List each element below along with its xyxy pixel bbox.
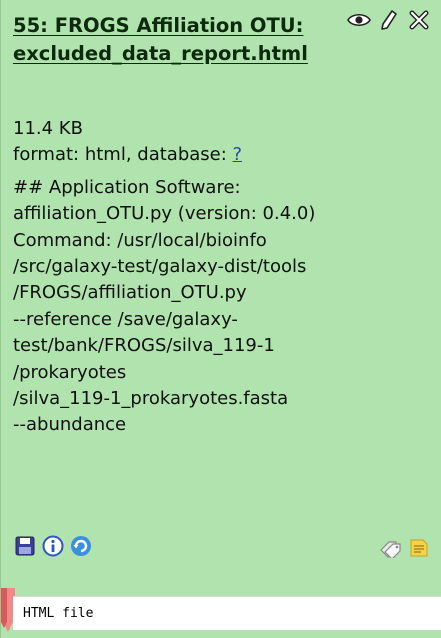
annotate-icon[interactable] [407, 536, 431, 560]
dataset-details: 11.4 KB format: html, database: ? ## App… [13, 116, 438, 439]
dataset-peek: HTML file [13, 596, 441, 630]
history-dataset-panel: 55: FROGS Affiliation OTU: excluded_data… [0, 0, 441, 638]
dataset-format: format: html, database: ? [13, 142, 438, 168]
dataset-info: ## Application Software: affiliation_OTU… [13, 176, 316, 436]
tags-icon[interactable] [379, 536, 403, 560]
peek-text: HTML file [23, 606, 94, 621]
dataset-footer-actions [13, 534, 93, 558]
dataset-size: 11.4 KB [13, 118, 83, 139]
delete-icon[interactable] [407, 8, 431, 32]
pencil-icon[interactable] [377, 8, 401, 32]
dataset-tag-actions [379, 536, 431, 560]
dataset-title[interactable]: 55: FROGS Affiliation OTU: excluded_data… [13, 12, 383, 68]
rerun-icon[interactable] [69, 534, 93, 558]
dataset-actions [347, 8, 431, 32]
format-label: format: html, database: [13, 144, 233, 166]
info-icon[interactable] [41, 534, 65, 558]
eye-icon[interactable] [347, 8, 371, 32]
database-link[interactable]: ? [233, 144, 243, 165]
save-icon[interactable] [13, 534, 37, 558]
